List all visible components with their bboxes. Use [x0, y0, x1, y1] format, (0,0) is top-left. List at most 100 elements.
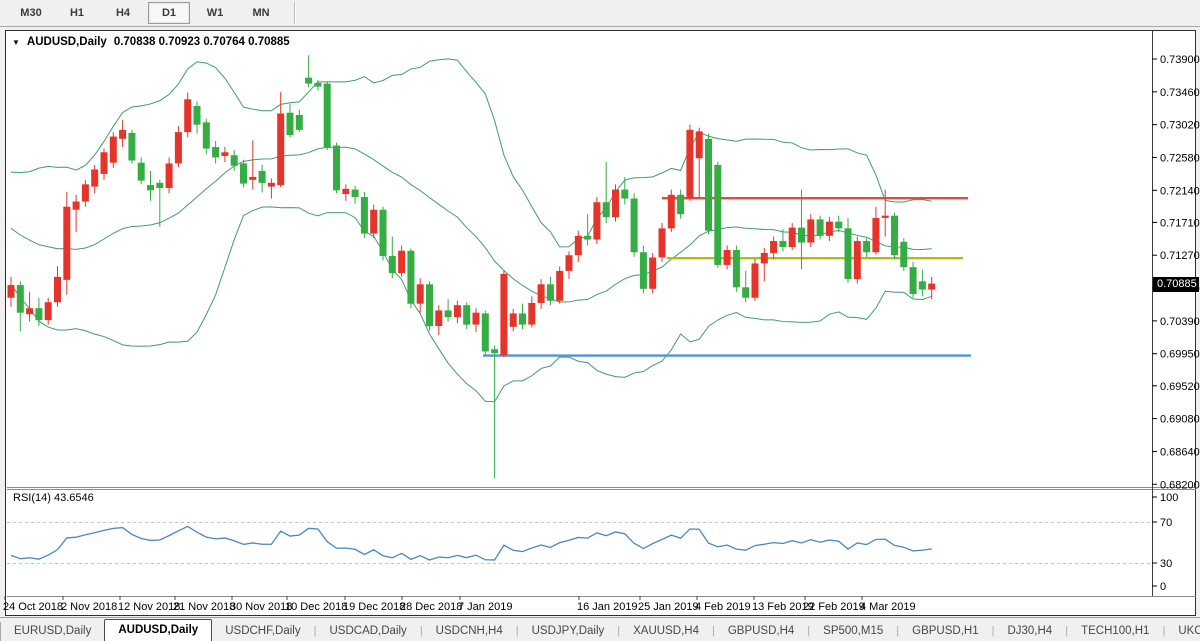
svg-text:0.70390: 0.70390 [1160, 316, 1200, 328]
candle [417, 278, 424, 312]
candle [240, 160, 247, 188]
candle [826, 217, 833, 241]
candle [389, 237, 396, 279]
candle [454, 301, 461, 323]
symbol-tabbar: EURUSD,DailyAUDUSD,DailyUSDCHF,Daily|USD… [0, 617, 1200, 641]
tab-usdcad-daily[interactable]: USDCAD,Daily [316, 622, 419, 641]
svg-text:24 Oct 2018: 24 Oct 2018 [3, 601, 63, 613]
candle [380, 207, 387, 261]
candle [156, 180, 163, 227]
candles-layer[interactable] [8, 55, 936, 478]
svg-text:0.73460: 0.73460 [1160, 87, 1200, 99]
tab-eurusd-daily[interactable]: EURUSD,Daily [1, 622, 104, 641]
candle [863, 238, 870, 257]
candle [789, 223, 796, 250]
candle [398, 246, 405, 277]
candle [659, 223, 666, 262]
candle [203, 119, 210, 155]
rsi-indicator-label: RSI(14) 43.6546 [13, 492, 94, 504]
tab-usdchf-daily[interactable]: USDCHF,Daily [212, 622, 313, 641]
candle [194, 102, 201, 134]
candle [352, 186, 359, 204]
chart-title: ▼ AUDUSD,Daily 0.70838 0.70923 0.70764 0… [12, 36, 290, 48]
candle [631, 193, 638, 256]
candle [147, 171, 154, 201]
candle [724, 246, 731, 270]
candle [166, 157, 173, 193]
svg-text:0.72140: 0.72140 [1160, 185, 1200, 197]
candle [249, 140, 256, 189]
svg-text:0: 0 [1160, 581, 1166, 593]
chart-ohlc-values: 0.70838 0.70923 0.70764 0.70885 [114, 36, 290, 48]
candle [714, 162, 721, 268]
candle [287, 104, 294, 138]
svg-text:19 Dec 2018: 19 Dec 2018 [343, 601, 405, 613]
candle [445, 299, 452, 321]
chart-symbol-label: AUDUSD,Daily [27, 36, 107, 48]
candle [63, 192, 70, 295]
chart-canvas[interactable]: 0.739000.734600.730200.725800.721400.717… [0, 0, 1200, 641]
candle [621, 177, 628, 205]
tab-usdcnh-h4[interactable]: USDCNH,H4 [423, 622, 516, 641]
svg-text:0.72580: 0.72580 [1160, 152, 1200, 164]
candle [519, 304, 526, 329]
price-axis[interactable]: 0.739000.734600.730200.725800.721400.717… [1152, 54, 1200, 491]
svg-text:0.73900: 0.73900 [1160, 54, 1200, 66]
rsi-axis: 10070300 [1152, 492, 1178, 593]
svg-text:28 Dec 2018: 28 Dec 2018 [400, 601, 462, 613]
svg-text:0.68640: 0.68640 [1160, 446, 1200, 458]
candle [668, 190, 675, 233]
symbol-dropdown-icon[interactable]: ▼ [12, 38, 20, 47]
candle [26, 292, 33, 322]
svg-text:25 Jan 2019: 25 Jan 2019 [638, 601, 699, 613]
svg-text:30: 30 [1160, 558, 1172, 570]
candle [528, 296, 535, 327]
tab-gbpusd-h4[interactable]: GBPUSD,H4 [715, 622, 807, 641]
candle [45, 298, 52, 325]
candle [17, 281, 24, 331]
candle [705, 134, 712, 235]
candle [593, 197, 600, 244]
candle [175, 126, 182, 167]
date-axis[interactable]: 24 Oct 20182 Nov 201812 Nov 201821 Nov 2… [3, 596, 916, 613]
current-price-badge: 0.70885 [1153, 277, 1199, 292]
tab-xauusd-h4[interactable]: XAUUSD,H4 [620, 622, 712, 641]
tab-tech100-h1[interactable]: TECH100,H1 [1068, 622, 1162, 641]
candle [91, 165, 98, 193]
candle [370, 204, 377, 238]
svg-text:10 Dec 2018: 10 Dec 2018 [285, 601, 347, 613]
tab-usdjpy-daily[interactable]: USDJPY,Daily [519, 622, 618, 641]
svg-text:2 Nov 2018: 2 Nov 2018 [61, 601, 117, 613]
tab-gbpusd-h1[interactable]: GBPUSD,H1 [899, 622, 991, 641]
svg-text:0.68200: 0.68200 [1160, 479, 1200, 491]
candle [463, 302, 470, 329]
candle [538, 279, 545, 309]
tab-audusd-daily[interactable]: AUDUSD,Daily [104, 619, 212, 641]
candle [603, 162, 610, 223]
tab-sp500-m15[interactable]: SP500,M15 [810, 622, 896, 641]
candle [807, 214, 814, 247]
candle [259, 165, 266, 193]
svg-text:7 Jan 2019: 7 Jan 2019 [458, 601, 512, 613]
svg-text:0.69520: 0.69520 [1160, 381, 1200, 393]
candle [640, 246, 647, 294]
candle [324, 81, 331, 150]
candle [845, 218, 852, 283]
svg-text:4 Feb 2019: 4 Feb 2019 [695, 601, 751, 613]
tab-dj30-h4[interactable]: DJ30,H4 [994, 622, 1065, 641]
tab-ukc[interactable]: UKC [1165, 622, 1200, 641]
candle [770, 237, 777, 259]
candle [510, 309, 517, 331]
candle [8, 277, 15, 307]
svg-text:22 Feb 2019: 22 Feb 2019 [803, 601, 865, 613]
candle [891, 213, 898, 259]
svg-text:21 Nov 2018: 21 Nov 2018 [173, 601, 235, 613]
candle [73, 195, 80, 232]
candle [500, 271, 507, 358]
candle [212, 141, 219, 163]
svg-text:16 Jan 2019: 16 Jan 2019 [577, 601, 638, 613]
candle [686, 125, 693, 201]
candle [342, 184, 349, 200]
candle [696, 128, 703, 198]
candle [221, 147, 228, 162]
